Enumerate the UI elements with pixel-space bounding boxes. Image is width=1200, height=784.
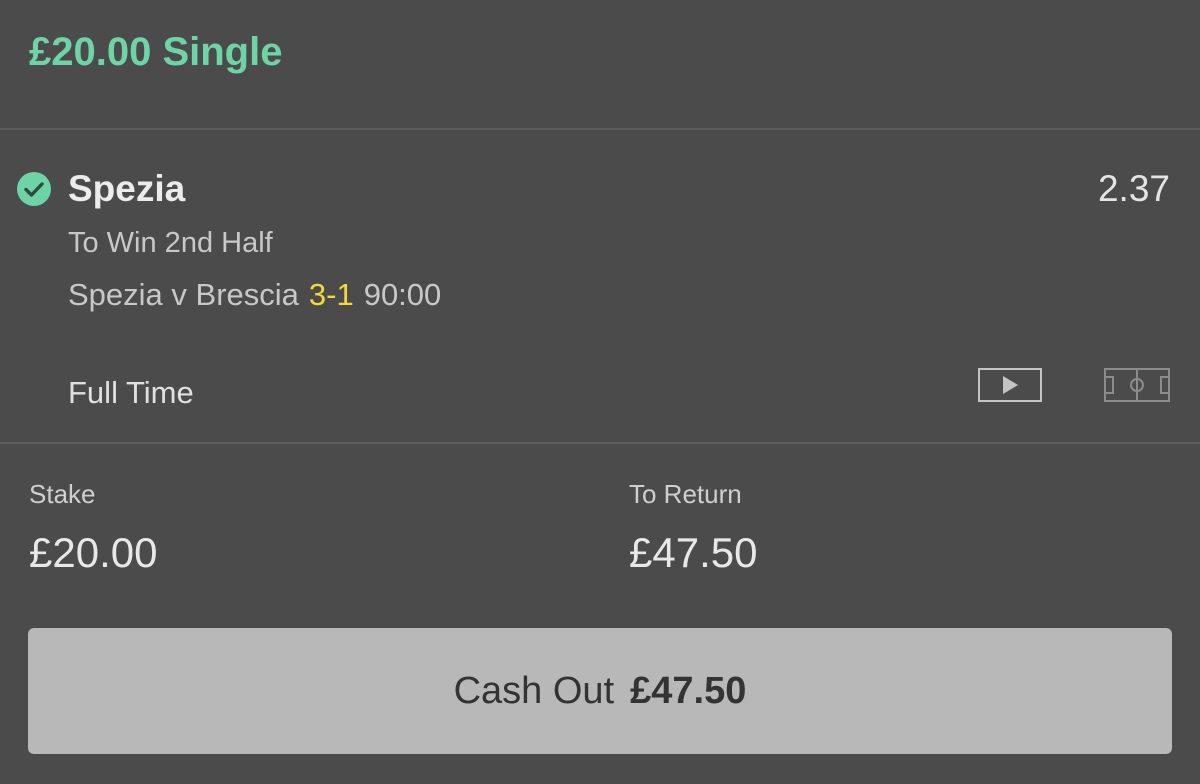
cash-out-label: Cash Out bbox=[453, 669, 615, 712]
return-value: £47.50 bbox=[629, 529, 758, 576]
event-name: Spezia v Brescia bbox=[68, 277, 299, 312]
event-status: Full Time bbox=[68, 375, 194, 410]
stake-value: £20.00 bbox=[29, 529, 158, 576]
selection-name: Spezia bbox=[68, 168, 186, 209]
pitch-icon[interactable] bbox=[1104, 367, 1170, 403]
return-label: To Return bbox=[629, 479, 742, 509]
video-play-icon[interactable] bbox=[978, 367, 1042, 403]
event-score: 3-1 bbox=[308, 277, 354, 312]
selection-card: Spezia 2.37 To Win 2nd Half Spezia v Bre… bbox=[0, 130, 1200, 442]
stake-label: Stake bbox=[29, 479, 96, 509]
market-name: To Win 2nd Half bbox=[68, 227, 273, 259]
event-clock: 90:00 bbox=[363, 277, 442, 312]
selection-odds: 2.37 bbox=[1097, 168, 1170, 209]
stake-return-section: Stake £20.00 To Return £47.50 bbox=[0, 444, 1200, 604]
bet-title: £20.00 Single bbox=[29, 30, 283, 74]
cash-out-button[interactable]: Cash Out £47.50 bbox=[28, 628, 1172, 754]
cash-out-amount: £47.50 bbox=[630, 669, 747, 712]
bet-header: £20.00 Single bbox=[0, 0, 1200, 129]
check-circle-icon bbox=[17, 172, 51, 206]
event-line: Spezia v Brescia 3-1 90:00 bbox=[68, 277, 441, 313]
